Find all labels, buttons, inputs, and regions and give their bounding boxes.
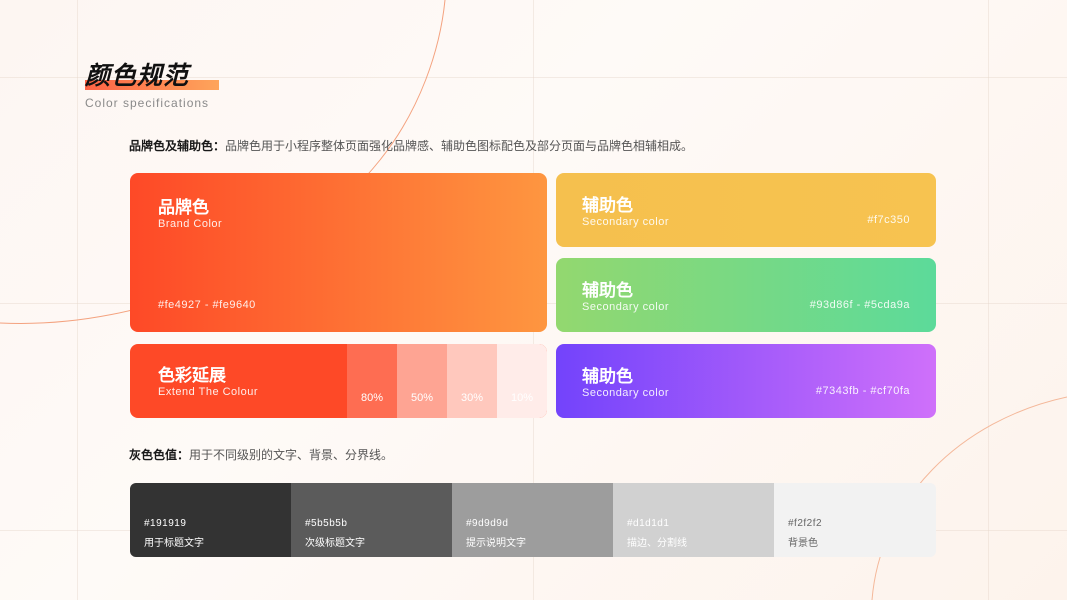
secondary-color-en: Secondary color — [582, 216, 669, 228]
page-subtitle: Color specifications — [85, 96, 210, 110]
tint-swatch-10: 10% — [497, 344, 547, 418]
gray-swatch-label: 提示说明文字 — [466, 538, 526, 549]
brand-section-description: 品牌色及辅助色：品牌色用于小程序整体页面强化品牌感、辅助色图标配色及部分页面与品… — [129, 137, 693, 154]
secondary-color-name: 辅助色 — [582, 281, 633, 300]
brand-color-card: 品牌色 Brand Color #fe4927 - #fe9640 — [130, 173, 547, 332]
brand-color-en: Brand Color — [158, 218, 223, 230]
secondary-color-card-purple: 辅助色 Secondary color #7343fb - #cf70fa — [556, 344, 936, 418]
secondary-color-en: Secondary color — [582, 387, 669, 399]
gray-swatch: #5b5b5b 次级标题文字 — [291, 483, 452, 557]
gray-section-label: 灰色色值： — [129, 448, 190, 462]
tint-label: 80% — [360, 392, 384, 404]
gray-swatch-hex: #f2f2f2 — [788, 518, 823, 529]
tint-label: 50% — [410, 392, 434, 404]
gray-section-text: 用于不同级别的文字、背景、分界线。 — [189, 448, 394, 462]
gray-swatch: #f2f2f2 背景色 — [774, 483, 936, 557]
extend-colour-en: Extend The Colour — [158, 386, 259, 398]
gray-palette: #191919 用于标题文字 #5b5b5b 次级标题文字 #9d9d9d 提示… — [130, 483, 936, 557]
secondary-color-en: Secondary color — [582, 301, 669, 313]
brand-section-text: 品牌色用于小程序整体页面强化品牌感、辅助色图标配色及部分页面与品牌色相辅相成。 — [225, 139, 694, 153]
gray-swatch-label: 描边、分割线 — [627, 538, 687, 549]
gray-swatch-hex: #9d9d9d — [466, 518, 509, 529]
gray-swatch-label: 次级标题文字 — [305, 538, 365, 549]
secondary-color-hex: #93d86f - #5cda9a — [809, 299, 910, 311]
title-block: 颜色规范 — [85, 56, 219, 92]
brand-section-label: 品牌色及辅助色： — [129, 139, 226, 153]
secondary-color-hex: #7343fb - #cf70fa — [815, 385, 910, 397]
gray-swatch: #d1d1d1 描边、分割线 — [613, 483, 774, 557]
extend-colour-name: 色彩延展 — [158, 366, 226, 385]
gray-section-description: 灰色色值：用于不同级别的文字、背景、分界线。 — [129, 446, 393, 463]
secondary-color-hex: #f7c350 — [867, 214, 910, 226]
tint-swatch-30: 30% — [447, 344, 497, 418]
gray-swatch-hex: #191919 — [144, 518, 187, 529]
tint-swatch-80: 80% — [347, 344, 397, 418]
brand-color-name: 品牌色 — [158, 198, 209, 217]
gray-swatch-label: 用于标题文字 — [144, 538, 204, 549]
secondary-color-name: 辅助色 — [582, 196, 633, 215]
secondary-color-card-yellow: 辅助色 Secondary color #f7c350 — [556, 173, 936, 247]
page-title: 颜色规范 — [85, 61, 190, 90]
tint-label: 30% — [460, 392, 484, 404]
gray-swatch-hex: #5b5b5b — [305, 518, 348, 529]
brand-color-hex: #fe4927 - #fe9640 — [158, 299, 256, 311]
gray-swatch: #191919 用于标题文字 — [130, 483, 291, 557]
tint-label: 10% — [510, 392, 534, 404]
secondary-color-card-green: 辅助色 Secondary color #93d86f - #5cda9a — [556, 258, 936, 332]
extend-colour-card: 色彩延展 Extend The Colour 80% 50% 30% 10% — [130, 344, 547, 418]
tint-swatch-50: 50% — [397, 344, 447, 418]
secondary-color-name: 辅助色 — [582, 367, 633, 386]
gray-swatch: #9d9d9d 提示说明文字 — [452, 483, 613, 557]
gray-swatch-hex: #d1d1d1 — [627, 518, 670, 529]
gray-swatch-label: 背景色 — [788, 538, 818, 549]
